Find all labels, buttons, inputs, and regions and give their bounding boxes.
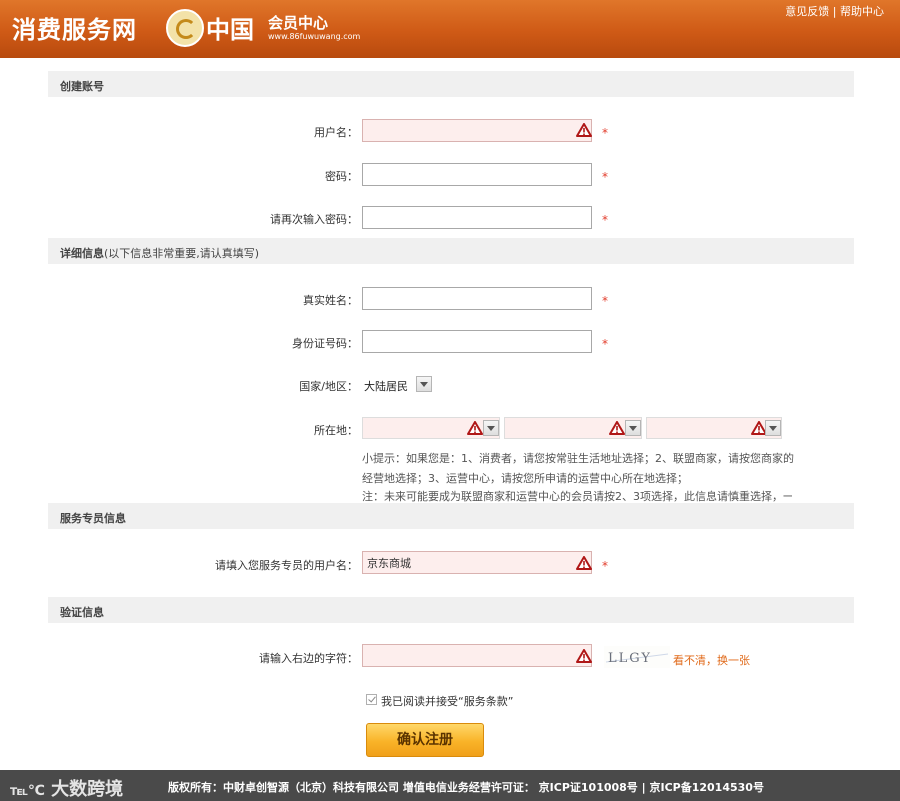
required-mark: *: [602, 337, 608, 351]
country-select[interactable]: 大陆居民: [362, 374, 434, 394]
section-title-text: 详细信息: [60, 247, 104, 260]
chevron-down-icon: [765, 420, 781, 436]
section-note: (以下信息非常重要,请认真填写): [104, 247, 260, 260]
chevron-down-icon: [625, 420, 641, 436]
section-create-account: 创建账号: [48, 71, 854, 97]
section-details: 详细信息(以下信息非常重要,请认真填写): [48, 238, 854, 264]
warning-icon: [576, 123, 592, 137]
username-input[interactable]: [362, 119, 592, 142]
chevron-down-icon: [483, 420, 499, 436]
top-links: 意见反馈 | 帮助中心: [785, 3, 884, 19]
section-title: 详细信息(以下信息非常重要,请认真填写): [60, 245, 259, 261]
site-logo-cn: 中国: [206, 16, 254, 44]
footer-copyright: 版权所有：中财卓创智源（北京）科技有限公司 增值电信业务经营许可证： 京ICP证…: [168, 781, 764, 794]
watermark-icon: ℡℃: [10, 783, 45, 799]
warning-icon: [576, 649, 592, 663]
chevron-down-icon: [416, 376, 432, 392]
required-mark: *: [602, 213, 608, 227]
country-label: 国家/地区：: [299, 380, 358, 393]
captcha-label: 请输入右边的字符：: [259, 652, 358, 665]
required-mark: *: [602, 294, 608, 308]
hint-line-2: 经营地选择；3、运营中心，请按您所申请的运营中心所在地选择；: [362, 472, 688, 485]
captcha-image[interactable]: LLGY: [604, 646, 670, 668]
confirm-password-label: 请再次输入密码：: [270, 213, 358, 226]
member-center-title: 会员中心: [268, 14, 329, 32]
site-url: www.86fuwuwang.com: [268, 32, 361, 41]
section-service-specialist: 服务专员信息: [48, 503, 854, 529]
watermark-logo: ℡℃ 大数跨境: [10, 775, 123, 801]
feedback-link[interactable]: 意见反馈: [785, 5, 829, 18]
id-card-input[interactable]: [362, 330, 592, 353]
site-logo-text: 消费服务网: [12, 16, 137, 44]
top-links-separator: |: [832, 5, 837, 18]
required-mark: *: [602, 170, 608, 184]
warning-icon: [609, 421, 625, 435]
password-input[interactable]: [362, 163, 592, 186]
header-bar: 消费服务网 中国 会员中心 www.86fuwuwang.com 意见反馈 | …: [0, 0, 900, 58]
location-label: 所在地：: [314, 424, 358, 437]
warning-icon: [467, 421, 483, 435]
district-select[interactable]: [646, 417, 782, 439]
help-link[interactable]: 帮助中心: [840, 5, 884, 18]
captcha-input[interactable]: [362, 644, 592, 667]
real-name-input[interactable]: [362, 287, 592, 310]
footer-bar: ℡℃ 大数跨境 版权所有：中财卓创智源（北京）科技有限公司 增值电信业务经营许可…: [0, 770, 900, 801]
agreement-label: 我已阅读并接受“服务条款”: [381, 695, 514, 708]
captcha-refresh-link[interactable]: 看不清，换一张: [673, 652, 750, 668]
hint-line-3: 注：未来可能要成为联盟商家和运营中心的会员请按2、3项选择，此信息请慎重选择，一: [362, 490, 792, 503]
province-select[interactable]: [362, 417, 500, 439]
service-specialist-label: 请填入您服务专员的用户名：: [215, 559, 358, 572]
warning-icon: [576, 556, 592, 570]
id-card-label: 身份证号码：: [292, 337, 358, 350]
hint-line-1: 小提示：如果您是：1、消费者，请您按常驻生活地址选择；2、联盟商家，请按您商家的: [362, 452, 794, 465]
country-select-value: 大陆居民: [364, 380, 408, 393]
required-mark: *: [602, 126, 608, 140]
watermark-text: 大数跨境: [51, 779, 124, 800]
required-mark: *: [602, 559, 608, 573]
service-specialist-input[interactable]: 京东商城: [362, 551, 592, 574]
username-label: 用户名：: [314, 126, 358, 139]
agreement-checkbox[interactable]: [366, 694, 377, 705]
section-verification: 验证信息: [48, 597, 854, 623]
captcha-code: LLGY: [608, 651, 652, 666]
section-title: 服务专员信息: [60, 512, 126, 525]
confirm-password-input[interactable]: [362, 206, 592, 229]
real-name-label: 真实姓名：: [303, 294, 358, 307]
confirm-register-button[interactable]: 确认注册: [366, 723, 484, 757]
logo-emblem-icon: [166, 9, 204, 47]
section-title: 创建账号: [60, 80, 104, 93]
password-label: 密码：: [325, 170, 358, 183]
section-title: 验证信息: [60, 606, 104, 619]
city-select[interactable]: [504, 417, 642, 439]
